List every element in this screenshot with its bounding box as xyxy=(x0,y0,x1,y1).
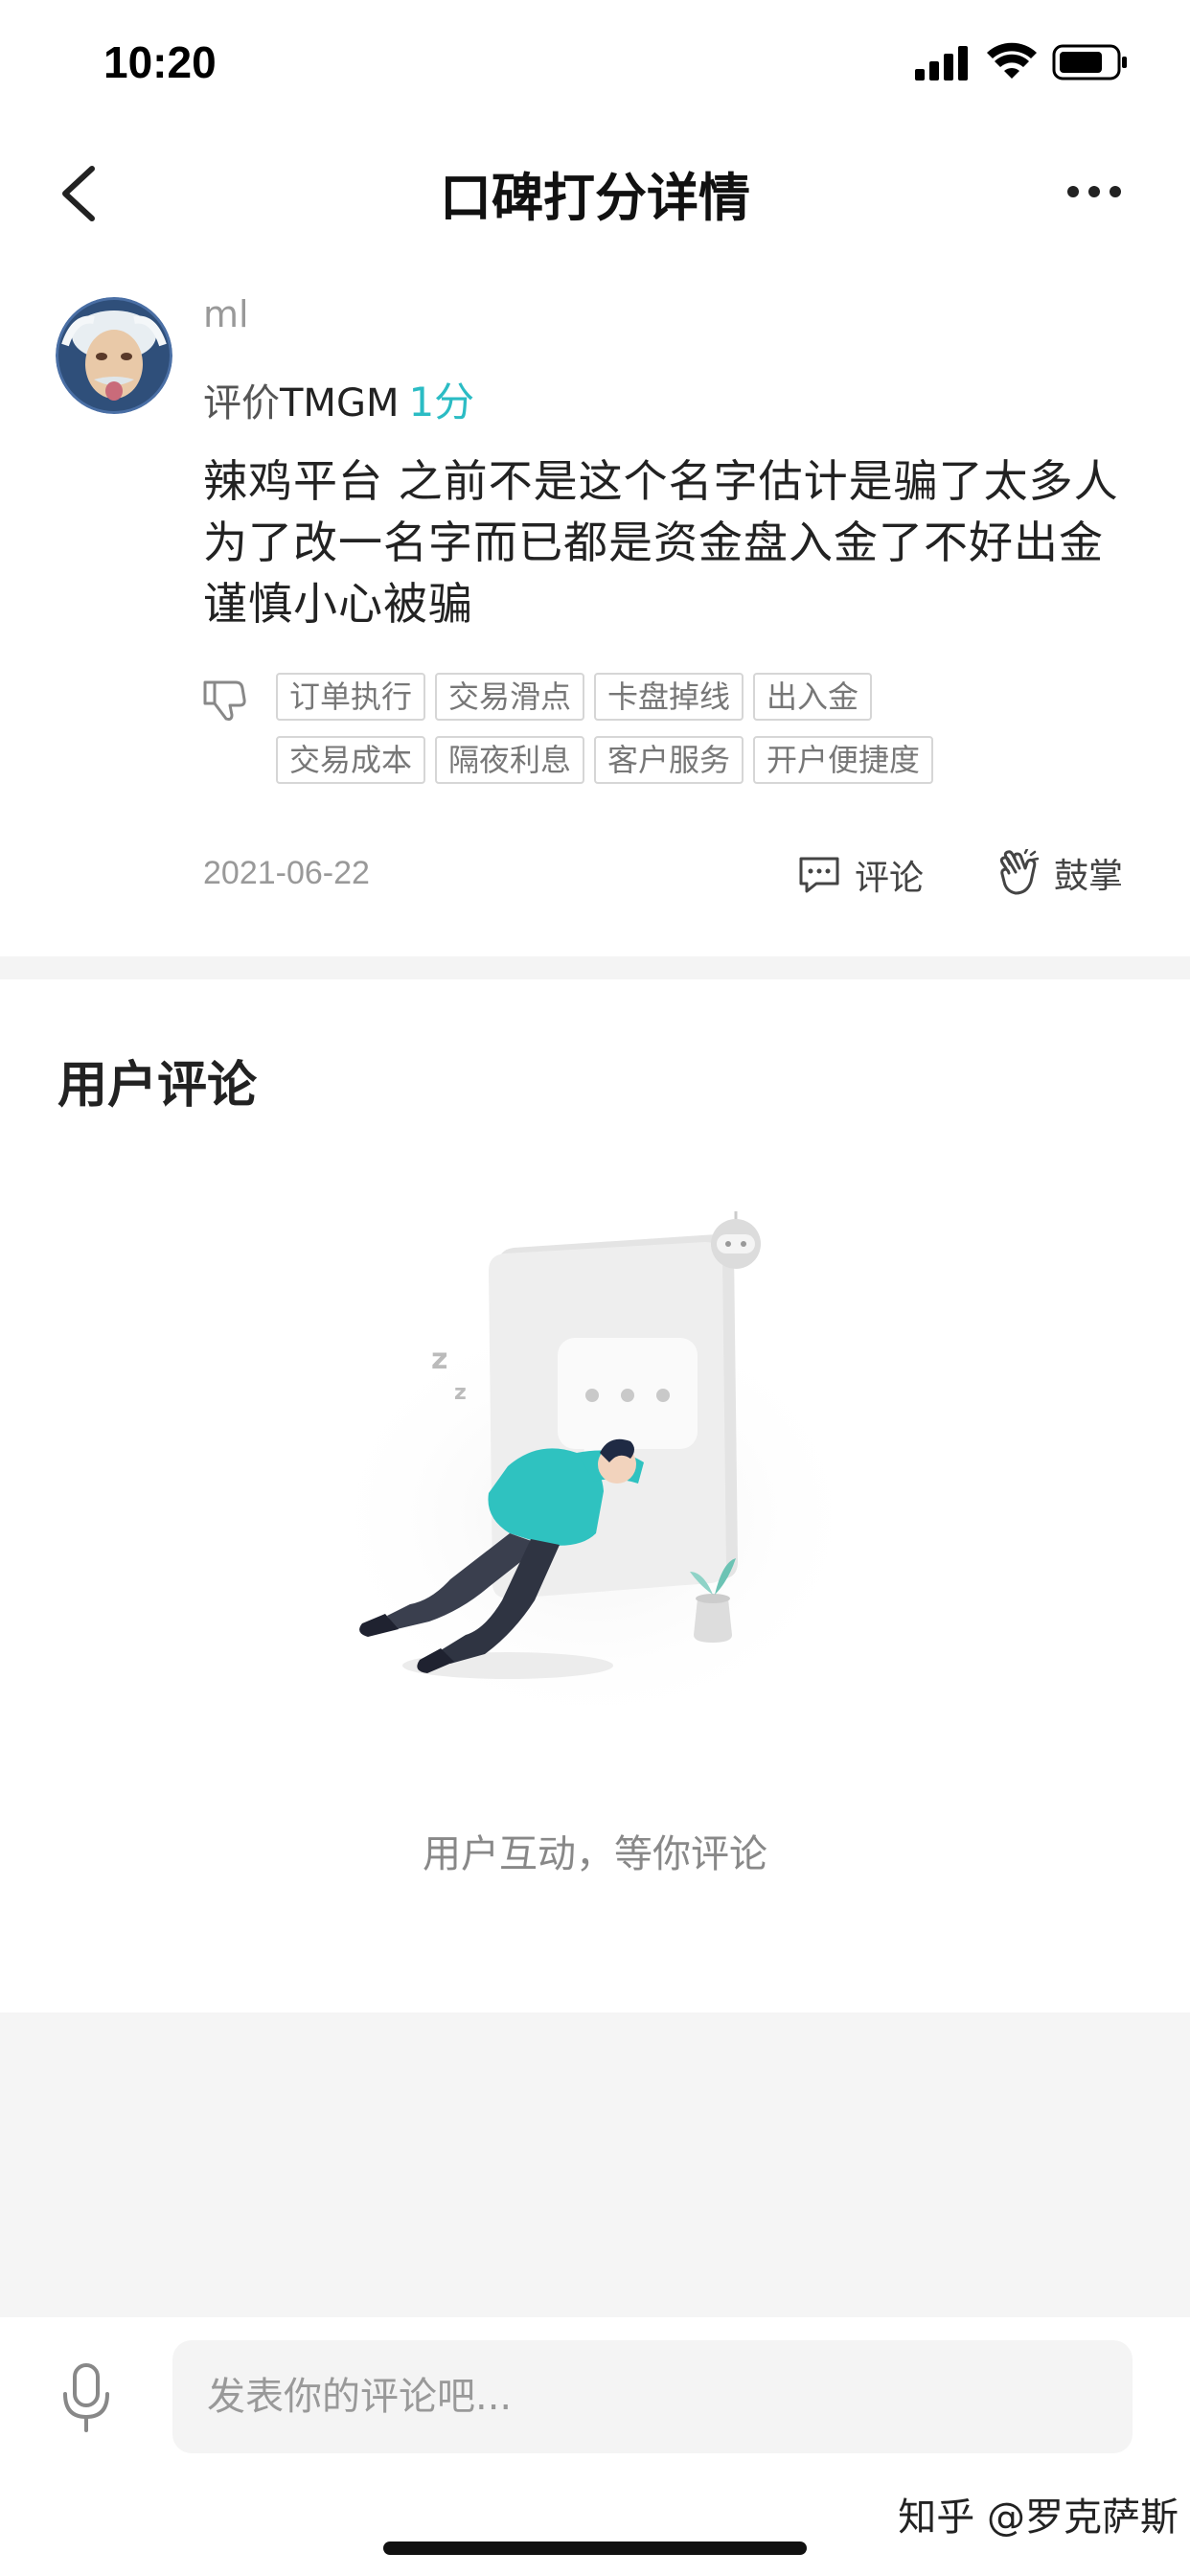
nav-bar: 口碑打分详情 xyxy=(0,134,1190,249)
username[interactable]: ml xyxy=(203,293,249,335)
comment-input-bar: 知乎 @罗克萨斯 xyxy=(0,2317,1190,2576)
review-text: 辣鸡平台 之前不是这个名字估计是骗了太多人为了改一名字而已都是资金盘入金了不好出… xyxy=(203,455,1119,630)
microphone-icon[interactable] xyxy=(57,2361,115,2434)
status-time: 10:20 xyxy=(103,37,217,87)
svg-text:z: z xyxy=(431,1343,447,1376)
tag-list: 订单执行 交易滑点 卡盘掉线 出入金 交易成本 隔夜利息 客户服务 开户便捷度 xyxy=(276,673,985,799)
section-divider xyxy=(0,956,1190,979)
tag: 出入金 xyxy=(753,673,873,721)
review-date: 2021-06-22 xyxy=(203,855,370,891)
empty-state-text: 用户互动，等你评论 xyxy=(423,1832,767,1876)
tag: 订单执行 xyxy=(276,673,426,721)
comment-button[interactable]: 评论 xyxy=(797,851,924,899)
clap-button[interactable]: 鼓掌 xyxy=(996,847,1123,899)
tag: 卡盘掉线 xyxy=(594,673,744,721)
clap-icon xyxy=(999,849,1040,895)
rating-prefix: 评价 xyxy=(203,381,280,426)
rating-line: 评价TMGM 1分 xyxy=(203,370,474,428)
tag: 客户服务 xyxy=(594,736,744,784)
spacer-area xyxy=(0,2012,1190,2317)
clap-label: 鼓掌 xyxy=(1054,857,1124,896)
comments-section-title: 用户评论 xyxy=(57,1057,258,1115)
thumb-down-icon xyxy=(203,680,246,721)
wifi-icon xyxy=(987,42,1037,79)
cellular-signal-icon xyxy=(915,46,968,80)
tag: 交易成本 xyxy=(276,736,426,784)
home-indicator xyxy=(383,2542,807,2555)
tag: 交易滑点 xyxy=(435,673,585,721)
battery-icon xyxy=(1052,44,1127,80)
watermark: 知乎 @罗克萨斯 xyxy=(898,2496,1179,2540)
empty-state-illustration: z z xyxy=(316,1211,872,1706)
page-title: 口碑打分详情 xyxy=(440,168,750,228)
comment-icon xyxy=(799,857,839,893)
rating-score: 1分 xyxy=(408,379,475,426)
more-options-icon[interactable] xyxy=(1065,172,1123,211)
tag: 开户便捷度 xyxy=(753,736,934,784)
svg-text:z: z xyxy=(454,1381,467,1405)
avatar[interactable] xyxy=(56,297,172,414)
comment-label: 评论 xyxy=(855,859,925,898)
tag: 隔夜利息 xyxy=(435,736,585,784)
broker-name[interactable]: TMGM xyxy=(280,381,399,426)
status-bar: 10:20 xyxy=(0,0,1190,134)
comment-input[interactable] xyxy=(172,2340,1133,2453)
